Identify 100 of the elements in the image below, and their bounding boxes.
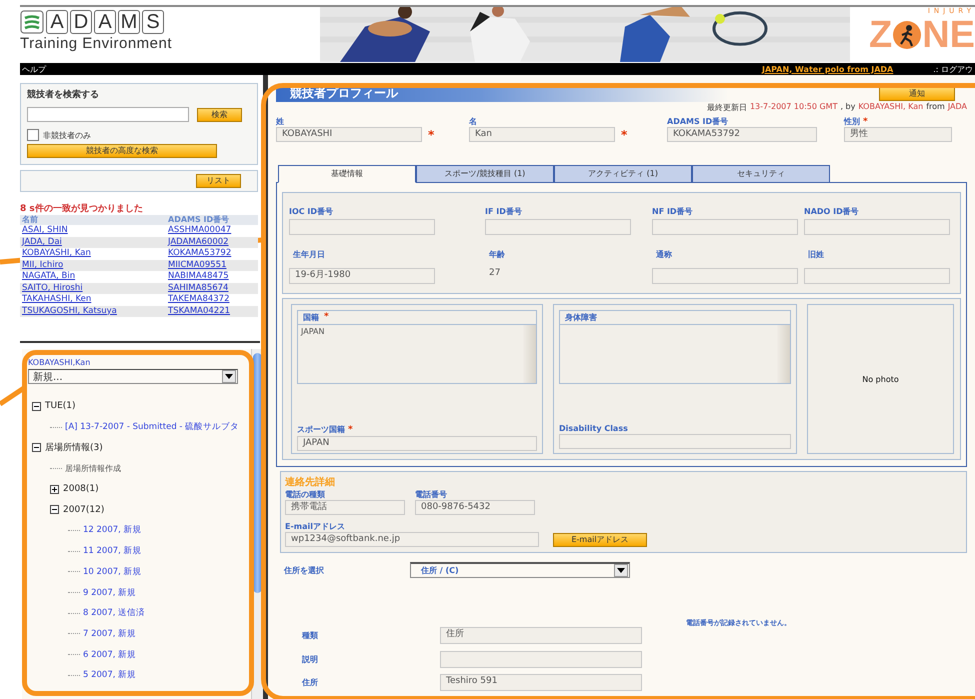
scrollbar[interactable] [523, 325, 536, 383]
athlete-id-link[interactable]: JADAMA60002 [168, 236, 229, 246]
tree-link[interactable]: 6 2007, 新規 [83, 648, 136, 661]
tree-folder[interactable]: 2008(1) [63, 484, 99, 494]
list-box[interactable]: 国籍 * JAPAN [297, 310, 537, 384]
athlete-link[interactable]: KOBAYASHI, Kan [22, 248, 91, 258]
tree-item[interactable]: 居場所情報作成 [65, 462, 121, 474]
search-button[interactable]: 検索 [197, 108, 242, 122]
field-label: 電話の種類 [285, 489, 326, 500]
field-label: NADO ID番号 [804, 206, 860, 217]
athlete-id-link[interactable]: KOKAMA53792 [168, 248, 232, 258]
collapse-icon[interactable] [32, 443, 41, 452]
tree-link[interactable]: 12 2007, 新規 [83, 524, 142, 536]
logo-letter: Z [868, 15, 892, 55]
field-value: 27 [488, 268, 502, 278]
field-label: 姓 [276, 116, 284, 127]
input-field[interactable] [804, 268, 950, 284]
athlete-id-link[interactable]: SAHIMA85674 [168, 282, 228, 292]
read-only-field: 男性 [844, 127, 952, 142]
required-mark: * [428, 128, 434, 142]
input-field[interactable]: 19-6月-1980 [289, 268, 435, 284]
new-dropdown[interactable]: 新規... [28, 369, 238, 384]
tab[interactable]: スポーツ/競技種目 (1) [416, 165, 554, 182]
field-label: 生年月日 [292, 249, 326, 260]
tree-link[interactable]: [A] 13-7-2007 - Submitted - 硫酸サルブタ [65, 421, 240, 434]
field-label: 電話番号 [415, 489, 448, 500]
athlete-id-link[interactable]: ASSHMA00047 [168, 225, 232, 235]
input-field[interactable]: Teshiro 591 [440, 674, 642, 692]
athlete-link[interactable]: TAKAHASHI, Ken [22, 294, 92, 304]
collapse-icon[interactable] [50, 505, 59, 514]
no-photo-text: No photo [862, 374, 899, 384]
athlete-link[interactable]: SAITO, Hiroshi [22, 282, 83, 292]
field-label: ADAMS ID番号 [667, 116, 728, 127]
expand-icon[interactable] [50, 484, 59, 494]
input-field[interactable] [485, 219, 631, 235]
address-dropdown[interactable]: 住所 / (C) [410, 562, 630, 578]
read-only-field: 携帯電話 [285, 500, 405, 515]
tree-link[interactable]: 5 2007, 新規 [83, 669, 136, 682]
field-label: 身体障害 [565, 312, 597, 323]
list-box[interactable]: 身体障害 [559, 310, 791, 384]
required-mark: * [621, 128, 628, 142]
athlete-link[interactable]: TSUKAGOSHI, Katsuya [22, 306, 117, 316]
tab[interactable]: アクティビティ (1) [554, 165, 692, 182]
context-link[interactable]: JAPAN, Water polo from JADA [762, 64, 894, 74]
advanced-search-button[interactable]: 競技者の高度な検索 [27, 144, 217, 158]
athlete-name: KOBAYASHI,Kan [28, 358, 92, 367]
athlete-link[interactable]: ASAI, SHIN [22, 225, 68, 235]
logo-letter: A [46, 10, 68, 34]
input-field[interactable] [804, 219, 950, 235]
input-field[interactable] [652, 268, 798, 284]
athlete-id-link[interactable]: TAKEMA84372 [168, 294, 230, 304]
athlete-id-link[interactable]: MIICMA09551 [168, 260, 226, 270]
scrollbar[interactable] [777, 325, 790, 383]
required-mark: * [348, 425, 353, 435]
field-label: スポーツ国籍 [297, 424, 345, 435]
checkbox[interactable] [27, 129, 39, 141]
read-only-field: JAPAN [297, 436, 537, 451]
field-label: 名 [469, 116, 477, 127]
field-label: IOC ID番号 [289, 206, 334, 217]
logout-link[interactable]: .: ログアウ [933, 64, 973, 74]
tab[interactable]: 基礎情報 [278, 165, 416, 183]
notify-button[interactable]: 通知 [879, 87, 955, 101]
help-link[interactable]: ヘルプ [22, 64, 46, 74]
input-field[interactable]: 住所 [440, 627, 642, 644]
search-field[interactable] [27, 107, 189, 122]
last-updated-label: 最終更新日 [706, 102, 747, 113]
tree-folder[interactable]: 居場所情報(3) [45, 441, 103, 454]
required-mark: * [863, 117, 868, 127]
tree-link[interactable]: 8 2007, 送信済 [83, 607, 146, 620]
email-button[interactable]: E-mailアドレス [553, 532, 647, 546]
athlete-id-link[interactable]: TSKAMA04221 [168, 306, 230, 316]
logo-letter: M [118, 10, 140, 34]
tree-link[interactable]: 9 2007, 新規 [83, 586, 136, 599]
from-label: from [926, 102, 945, 113]
field-label: 説明 [302, 654, 319, 665]
athlete-link[interactable]: NAGATA, Bin [22, 271, 76, 281]
athlete-link[interactable]: MII, Ichiro [22, 260, 64, 270]
read-only-field: Kan [469, 127, 615, 142]
tree-link[interactable]: 10 2007, 新規 [83, 566, 142, 578]
logo-letter: A [94, 10, 116, 34]
runner-icon [892, 20, 922, 50]
field-label: 通称 [655, 249, 673, 260]
tree-folder[interactable]: TUE(1) [45, 401, 76, 412]
search-title: 競技者を検索する [27, 88, 100, 101]
tree-folder[interactable]: 2007(12) [63, 504, 104, 515]
input-field[interactable] [289, 219, 435, 235]
input-field[interactable] [652, 219, 798, 235]
athlete-id-link[interactable]: NABIMA48475 [168, 271, 229, 281]
tree-link[interactable]: 7 2007, 新規 [83, 628, 136, 640]
logo-text: NE [922, 15, 975, 55]
read-only-field: KOBAYASHI [276, 127, 422, 142]
tab[interactable]: セキュリティ [692, 165, 830, 182]
collapse-icon[interactable] [32, 402, 41, 411]
list-item[interactable]: JAPAN [301, 327, 520, 336]
field-label: 年齢 [488, 249, 506, 260]
list-button[interactable]: リスト [196, 174, 241, 188]
athlete-link[interactable]: JADA, Dai [22, 236, 62, 246]
input-field[interactable] [440, 650, 642, 668]
last-updated-date: 13-7-2007 10:50 GMT [750, 102, 838, 113]
tree-link[interactable]: 11 2007, 新規 [83, 545, 142, 558]
